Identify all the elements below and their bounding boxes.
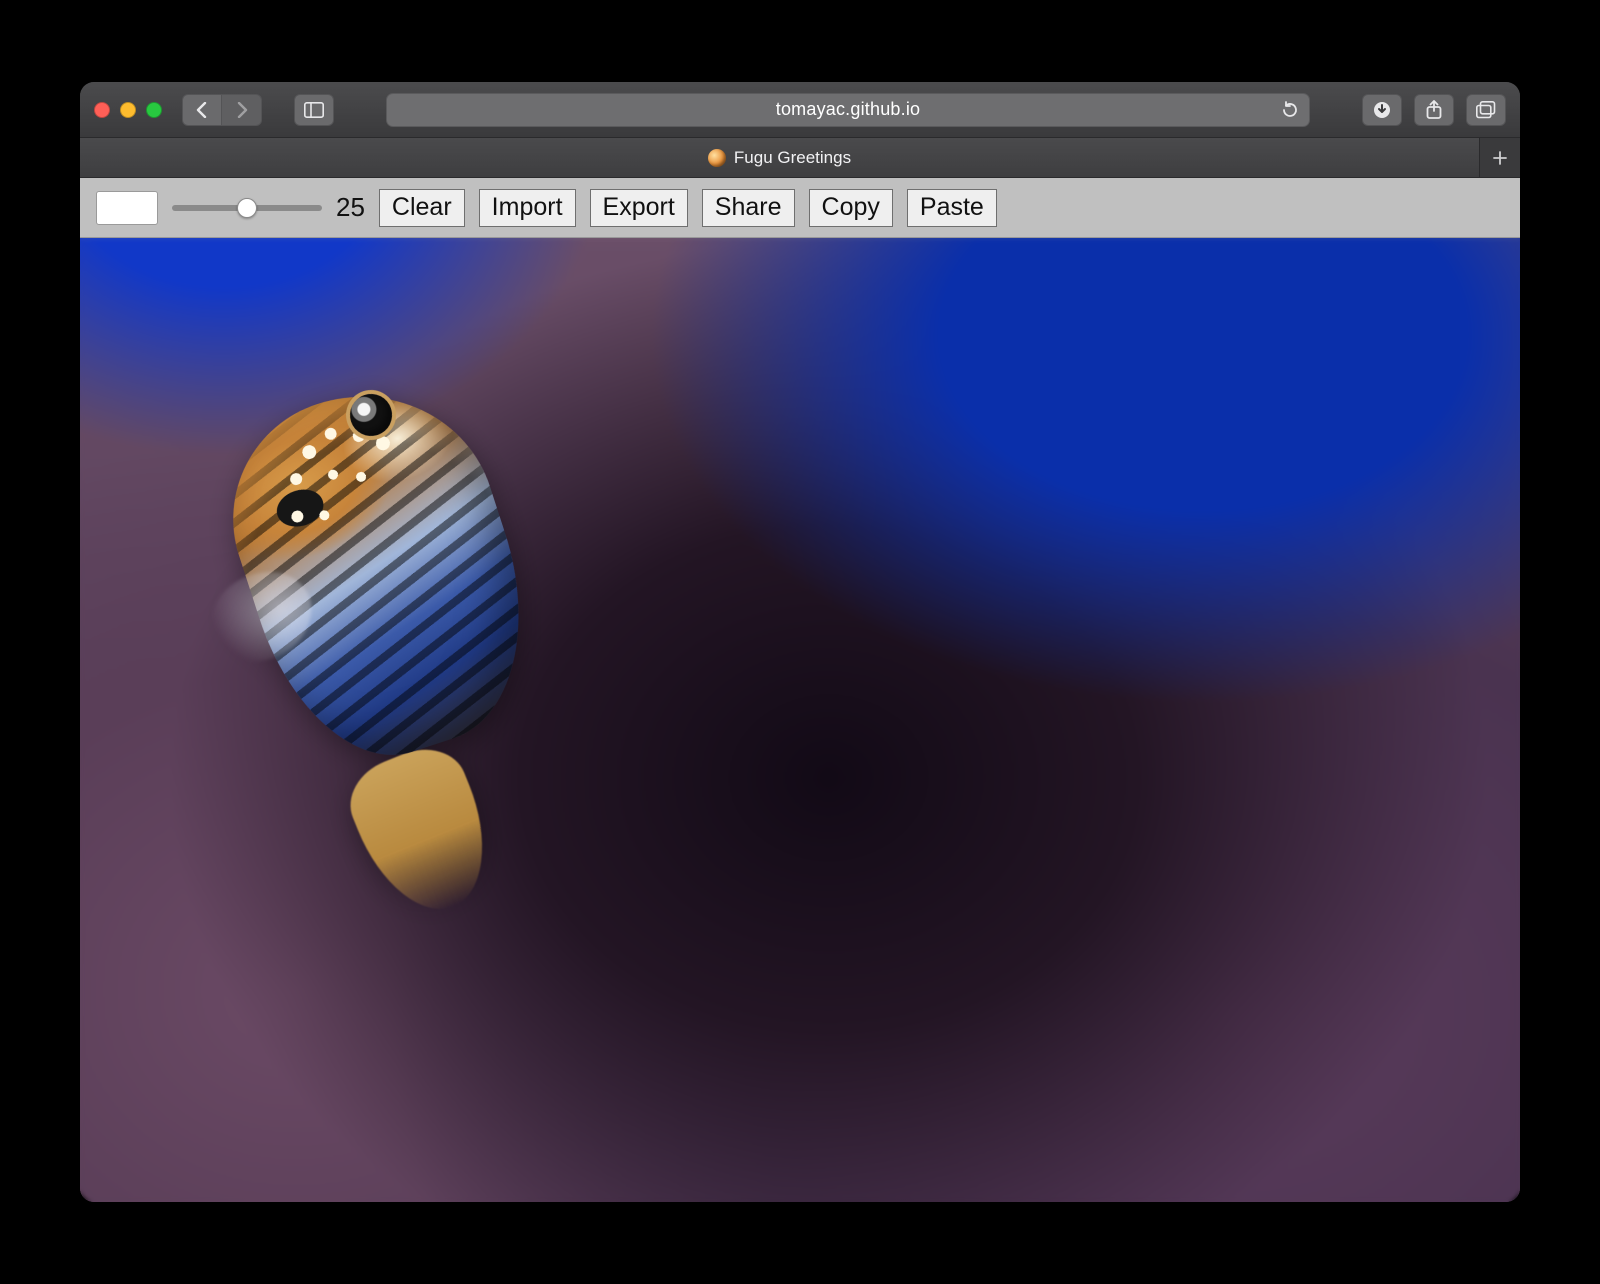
paste-button[interactable]: Paste xyxy=(907,189,997,227)
fugu-fish-image xyxy=(155,314,646,882)
minimize-window-button[interactable] xyxy=(120,102,136,118)
plus-icon xyxy=(1492,150,1508,166)
import-button[interactable]: Import xyxy=(479,189,576,227)
slider-thumb[interactable] xyxy=(237,198,257,218)
reload-button[interactable] xyxy=(1281,101,1299,119)
nav-back-forward-group xyxy=(182,94,262,126)
drawing-canvas[interactable] xyxy=(80,238,1520,1202)
chevron-right-icon xyxy=(235,102,249,118)
share-icon xyxy=(1426,100,1442,120)
reload-icon xyxy=(1281,101,1299,119)
tab-strip: Fugu Greetings xyxy=(80,138,1520,178)
forward-button[interactable] xyxy=(222,94,262,126)
app-toolbar: 25 Clear Import Export Share Copy Paste xyxy=(80,178,1520,238)
browser-window: tomayac.github.io xyxy=(80,82,1520,1202)
new-tab-button[interactable] xyxy=(1480,138,1520,177)
share-app-button[interactable]: Share xyxy=(702,189,795,227)
brush-size-slider[interactable] xyxy=(172,196,322,220)
close-window-button[interactable] xyxy=(94,102,110,118)
sidebar-icon xyxy=(304,102,324,118)
chevron-left-icon xyxy=(195,102,209,118)
fugu-favicon-icon xyxy=(708,149,726,167)
color-swatch[interactable] xyxy=(96,191,158,225)
back-button[interactable] xyxy=(182,94,222,126)
fullscreen-window-button[interactable] xyxy=(146,102,162,118)
download-icon xyxy=(1373,101,1391,119)
tab-fugu-greetings[interactable]: Fugu Greetings xyxy=(80,138,1480,177)
address-url: tomayac.github.io xyxy=(776,99,920,120)
export-button[interactable]: Export xyxy=(590,189,688,227)
titlebar: tomayac.github.io xyxy=(80,82,1520,138)
clear-button[interactable]: Clear xyxy=(379,189,465,227)
share-button[interactable] xyxy=(1414,94,1454,126)
tabs-icon xyxy=(1476,101,1496,119)
show-tabs-button[interactable] xyxy=(1466,94,1506,126)
window-controls xyxy=(94,102,162,118)
brush-size-value: 25 xyxy=(336,192,365,223)
sidebar-toggle-button[interactable] xyxy=(294,94,334,126)
tab-title: Fugu Greetings xyxy=(734,148,851,168)
copy-button[interactable]: Copy xyxy=(809,189,893,227)
downloads-button[interactable] xyxy=(1362,94,1402,126)
address-bar[interactable]: tomayac.github.io xyxy=(386,93,1310,127)
